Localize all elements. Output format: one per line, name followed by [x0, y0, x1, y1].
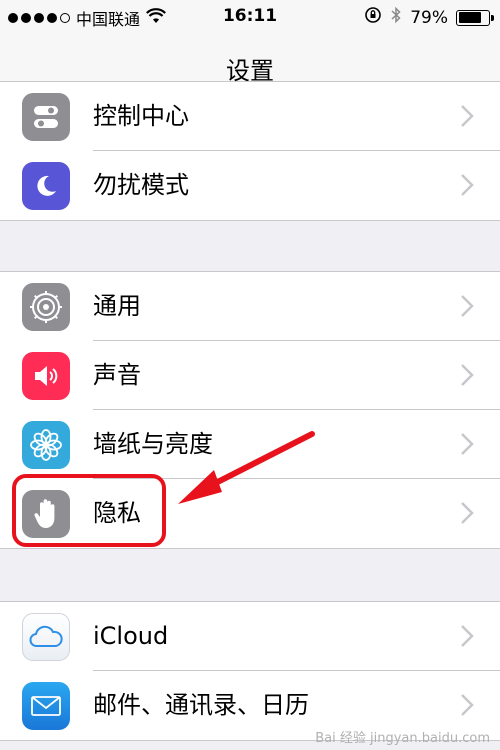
settings-row-sounds[interactable]: 声音 [0, 341, 500, 410]
battery-icon [456, 9, 494, 26]
speaker-icon [22, 352, 70, 400]
cloud-icon [22, 613, 70, 661]
chevron-right-icon [461, 295, 474, 317]
settings-row-wallpaper-brightness[interactable]: 墙纸与亮度 [0, 410, 500, 479]
chevron-right-icon [461, 502, 474, 524]
settings-row-label: 邮件、通讯录、日历 [93, 691, 309, 719]
settings-row-do-not-disturb[interactable]: 勿扰模式 [0, 151, 500, 220]
chevron-right-icon [461, 433, 474, 455]
settings-row-label: 声音 [93, 361, 141, 389]
status-right: 79% [364, 6, 494, 29]
bluetooth-icon [390, 6, 402, 29]
settings-row-label: iCloud [93, 622, 169, 650]
flower-icon [22, 421, 70, 469]
gear-icon [22, 283, 70, 331]
settings-row-label: 控制中心 [93, 102, 189, 130]
settings-row-label: 墙纸与亮度 [93, 430, 213, 458]
control-center-icon [22, 93, 70, 141]
settings-row-label: 通用 [93, 292, 141, 320]
battery-level [458, 12, 482, 23]
orientation-lock-icon [364, 6, 382, 29]
settings-group-3: iCloud 邮件、通讯录、日历 [0, 601, 500, 741]
chevron-right-icon [461, 105, 474, 127]
status-bar: 中国联通 16:11 79% [0, 0, 500, 34]
chevron-right-icon [461, 174, 474, 196]
moon-icon [22, 162, 70, 210]
watermark: Bai 经验 jingyan.baidu.com [315, 731, 490, 746]
battery-percent: 79% [410, 7, 448, 28]
chevron-right-icon [461, 364, 474, 386]
settings-group-1: 控制中心 勿扰模式 [0, 81, 500, 221]
settings-row-label: 勿扰模式 [93, 171, 189, 199]
privacy-highlight-box [12, 474, 166, 547]
settings-row-icloud[interactable]: iCloud [0, 602, 500, 671]
chevron-right-icon [461, 625, 474, 647]
chevron-right-icon [461, 694, 474, 716]
settings-row-general[interactable]: 通用 [0, 272, 500, 341]
mail-icon [22, 682, 70, 730]
settings-row-control-center[interactable]: 控制中心 [0, 82, 500, 151]
